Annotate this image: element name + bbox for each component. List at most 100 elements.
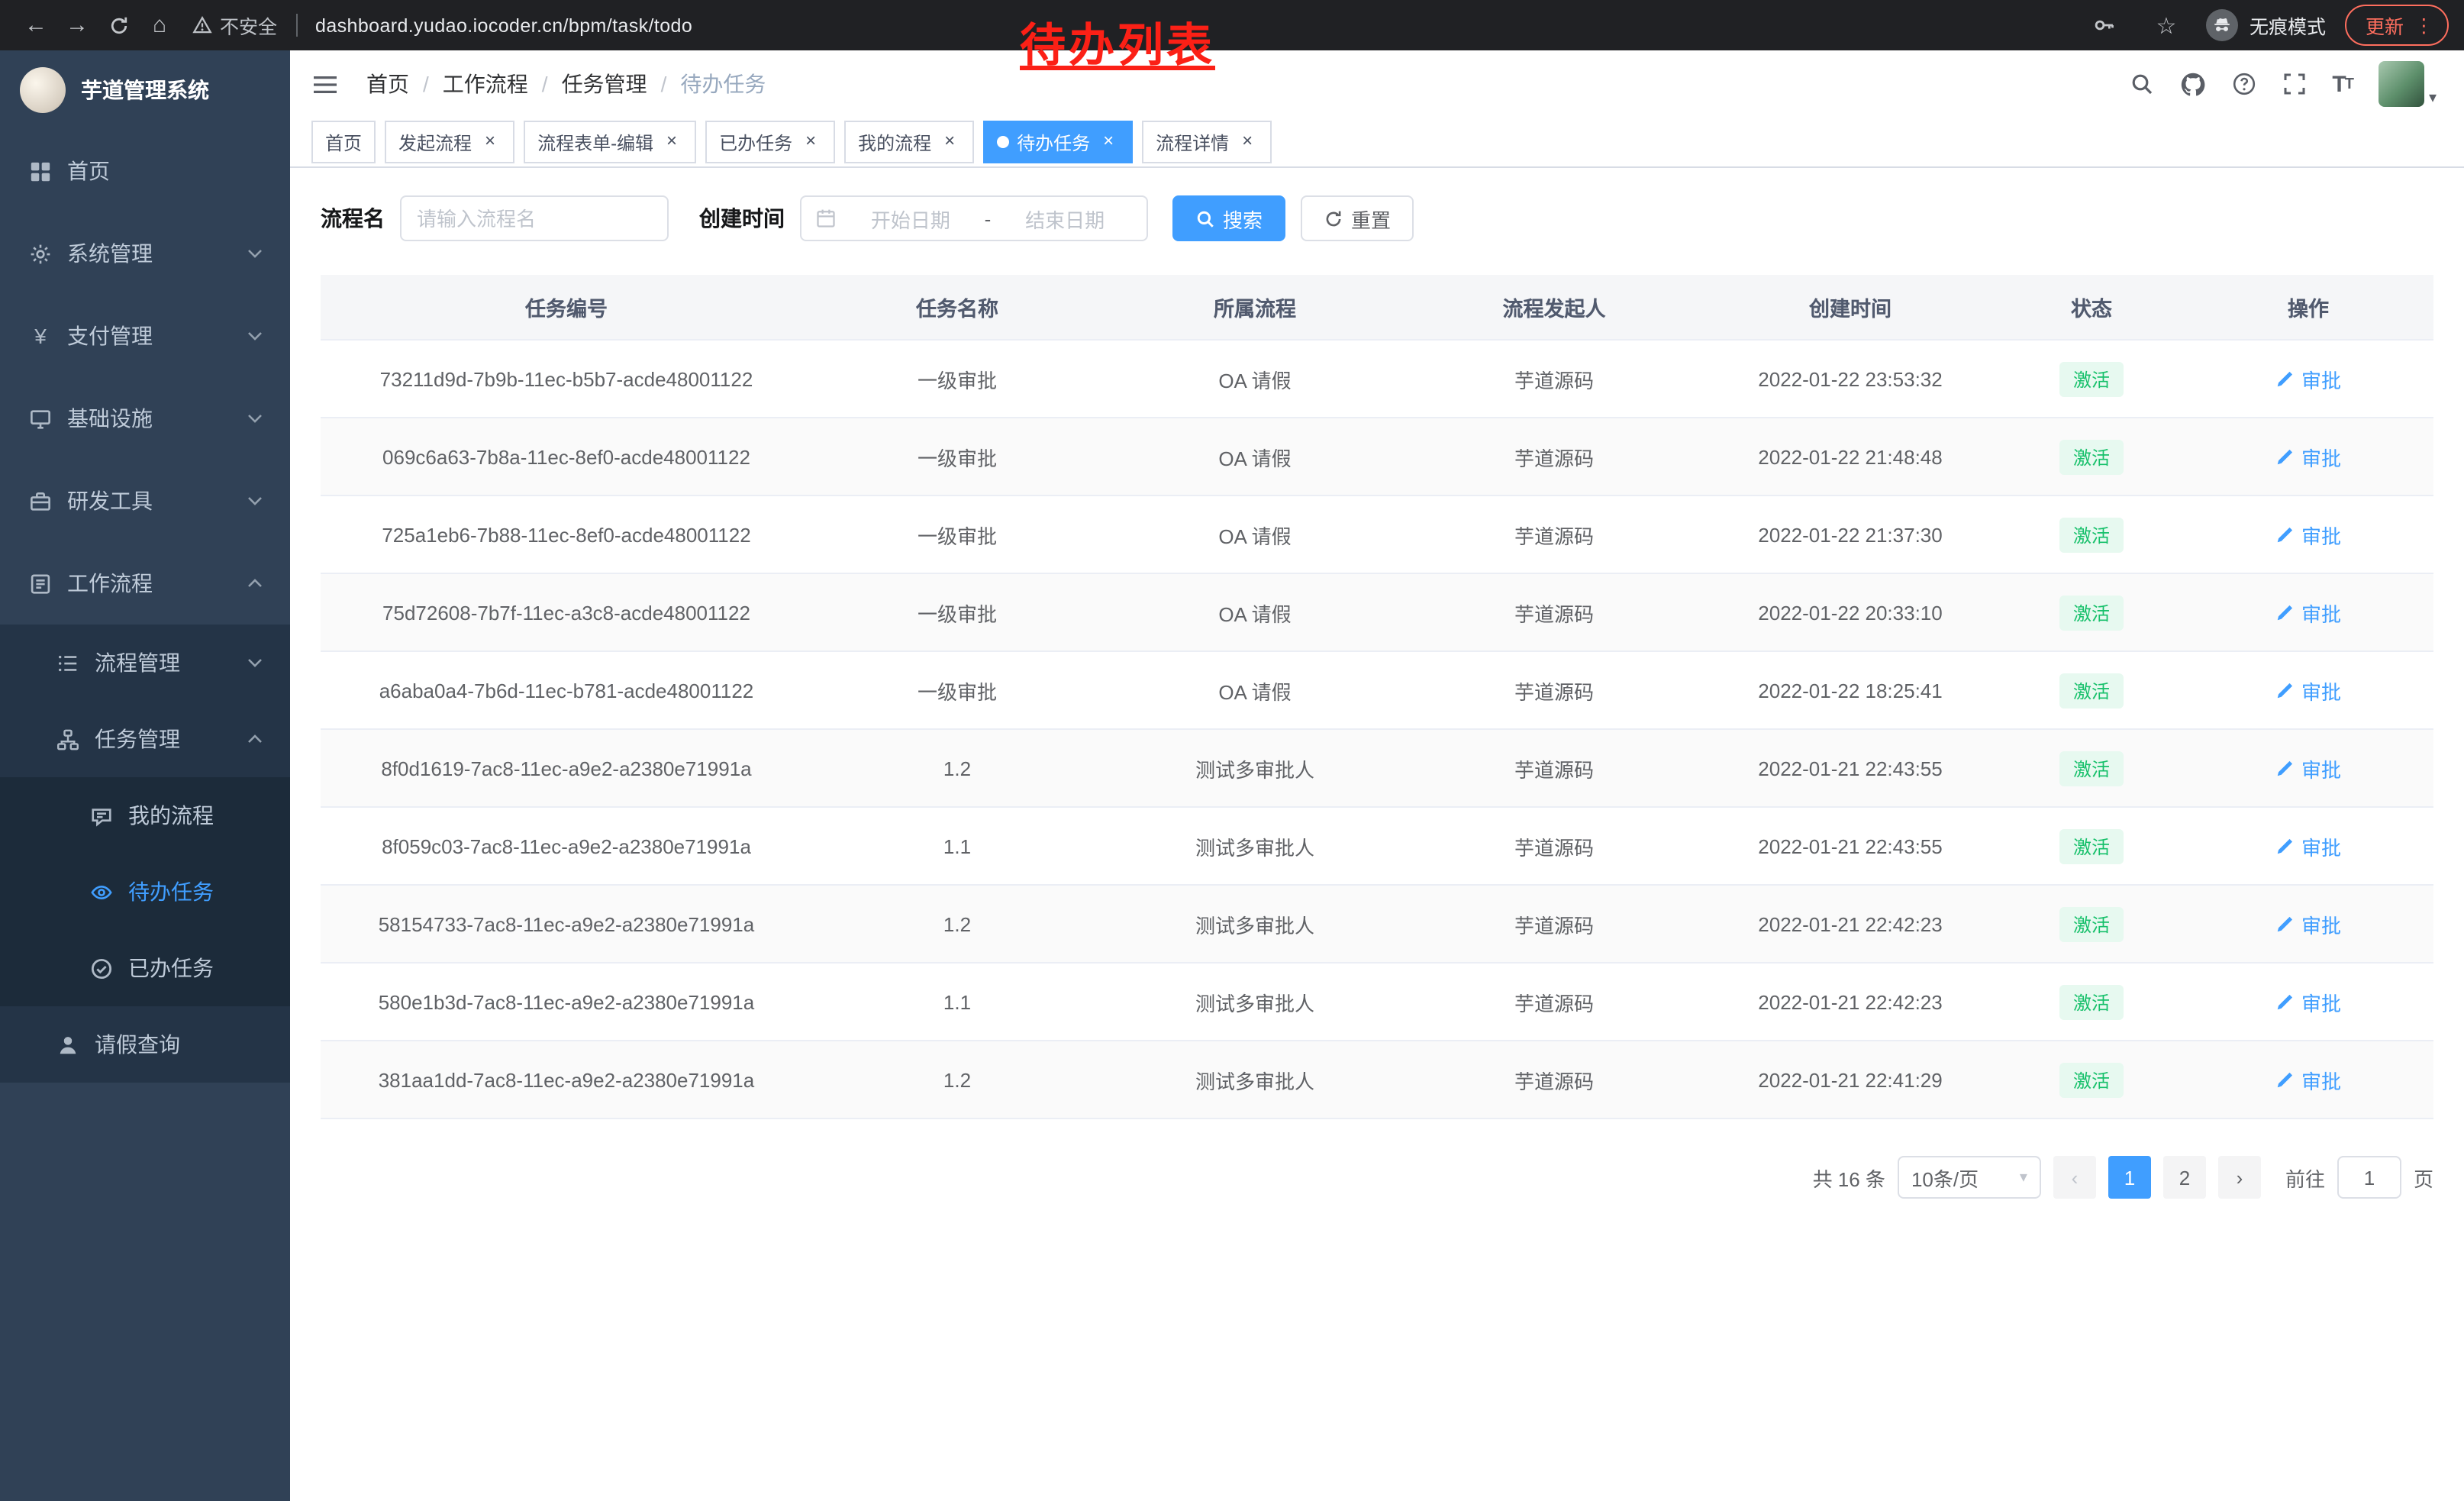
sidebar-item-my-processes[interactable]: 我的流程 [0,777,290,854]
cell-process: OA 请假 [1102,573,1408,651]
update-label: 更新 [2366,11,2404,40]
start-date-placeholder[interactable]: 开始日期 [843,204,979,233]
incognito-badge[interactable]: 无痕模式 [2207,9,2326,41]
table-body: 73211d9d-7b9b-11ec-b5b7-acde48001122 一级审… [321,340,2433,1118]
breadcrumb: 首页 / 工作流程 / 任务管理 / 待办任务 [366,69,766,99]
tab-close-icon[interactable]: × [1098,131,1119,153]
table-row[interactable]: 580e1b3d-7ac8-11ec-a9e2-a2380e71991a 1.1… [321,963,2433,1041]
approve-link[interactable]: 审批 [2275,598,2341,627]
page-button-1[interactable]: 1 [2108,1156,2151,1199]
todo-task-table: 任务编号 任务名称 所属流程 流程发起人 创建时间 状态 操作 73211d9d… [321,275,2433,1119]
update-button[interactable]: 更新 ⋮ [2346,5,2449,46]
approve-link[interactable]: 审批 [2275,442,2341,471]
address-bar[interactable]: 不安全 dashboard.yudao.iocoder.cn/bpm/task/… [192,11,692,40]
table-header-row: 任务编号 任务名称 所属流程 流程发起人 创建时间 状态 操作 [321,275,2433,340]
table-row[interactable]: 73211d9d-7b9b-11ec-b5b7-acde48001122 一级审… [321,340,2433,418]
cell-starter: 芋道源码 [1408,885,1701,963]
breadcrumb-item[interactable]: 任务管理 [562,69,647,99]
key-icon[interactable] [2085,5,2126,46]
search-button[interactable]: 搜索 [1172,195,1285,241]
sidebar-item-done-tasks[interactable]: 已办任务 [0,930,290,1006]
tab-close-icon[interactable]: × [939,131,960,153]
end-date-placeholder[interactable]: 结束日期 [997,204,1133,233]
sidebar-item-process-management[interactable]: 流程管理 [0,625,290,701]
help-icon[interactable] [2231,72,2256,96]
edit-icon [2275,369,2295,389]
table-row[interactable]: 75d72608-7b7f-11ec-a3c8-acde48001122 一级审… [321,573,2433,651]
table-row[interactable]: 725a1eb6-7b88-11ec-8ef0-acde48001122 一级审… [321,495,2433,573]
sidebar-item-label: 研发工具 [67,486,153,516]
reset-button[interactable]: 重置 [1301,195,1414,241]
tab-start-process[interactable]: 发起流程 × [385,121,514,163]
home-icon[interactable]: ⌂ [139,5,180,46]
table-row[interactable]: a6aba0a4-7b6d-11ec-b781-acde48001122 一级审… [321,651,2433,729]
cell-starter: 芋道源码 [1408,729,1701,807]
sidebar-item-devtools[interactable]: 研发工具 [0,460,290,542]
tab-my-processes[interactable]: 我的流程 × [844,121,974,163]
approve-link[interactable]: 审批 [2275,364,2341,393]
column-header-create-time: 创建时间 [1701,275,2000,340]
tab-form-edit[interactable]: 流程表单-编辑 × [524,121,696,163]
approve-link[interactable]: 审批 [2275,520,2341,549]
breadcrumb-item[interactable]: 工作流程 [443,69,528,99]
cell-actions: 审批 [2183,340,2433,418]
cell-starter: 芋道源码 [1408,651,1701,729]
avatar[interactable] [2379,61,2424,107]
sidebar-item-leave-query[interactable]: 请假查询 [0,1006,290,1083]
breadcrumb-item[interactable]: 首页 [366,69,409,99]
table-row[interactable]: 8f0d1619-7ac8-11ec-a9e2-a2380e71991a 1.2… [321,729,2433,807]
sidebar-item-system[interactable]: 系统管理 [0,212,290,295]
back-icon[interactable]: ← [15,5,56,46]
tab-todo-tasks[interactable]: 待办任务 × [983,121,1133,163]
approve-link[interactable]: 审批 [2275,987,2341,1016]
table-row[interactable]: 58154733-7ac8-11ec-a9e2-a2380e71991a 1.2… [321,885,2433,963]
security-warning[interactable]: 不安全 [192,11,277,40]
sidebar-item-task-management[interactable]: 任务管理 [0,701,290,777]
date-range-picker[interactable]: 开始日期 - 结束日期 [800,195,1148,241]
page-button-2[interactable]: 2 [2163,1156,2206,1199]
process-name-input[interactable] [400,195,669,241]
logo-image [20,67,66,113]
fullscreen-icon[interactable] [2282,72,2306,96]
search-icon[interactable] [2129,72,2153,96]
sidebar-item-workflow[interactable]: 工作流程 [0,542,290,625]
approve-link[interactable]: 审批 [2275,909,2341,938]
sidebar-toggle-icon[interactable] [311,73,339,95]
app-logo[interactable]: 芋道管理系统 [0,50,290,130]
browser-menu-icon[interactable]: ⋮ [2414,14,2433,37]
approve-link[interactable]: 审批 [2275,754,2341,783]
github-icon[interactable] [2179,71,2205,97]
tab-process-detail[interactable]: 流程详情 × [1142,121,1272,163]
sidebar-item-todo-tasks[interactable]: 待办任务 [0,854,290,930]
prev-page-button[interactable]: ‹ [2053,1156,2096,1199]
user-menu[interactable]: ▾ [2379,61,2437,107]
refresh-icon[interactable] [98,5,139,46]
approve-link[interactable]: 审批 [2275,1065,2341,1094]
sidebar-item-home[interactable]: 首页 [0,130,290,212]
sidebar-item-infrastructure[interactable]: 基础设施 [0,377,290,460]
goto-page-input[interactable] [2337,1156,2401,1199]
sidebar-item-payment[interactable]: ¥ 支付管理 [0,295,290,377]
table-row[interactable]: 381aa1dd-7ac8-11ec-a9e2-a2380e71991a 1.2… [321,1041,2433,1118]
font-size-icon[interactable]: TT [2332,71,2353,97]
bookmark-star-icon[interactable]: ☆ [2146,5,2187,46]
next-page-button[interactable]: › [2218,1156,2261,1199]
tab-close-icon[interactable]: × [479,131,501,153]
cell-actions: 审批 [2183,885,2433,963]
url-text[interactable]: dashboard.yudao.iocoder.cn/bpm/task/todo [315,15,692,36]
tab-done-tasks[interactable]: 已办任务 × [705,121,835,163]
chevron-down-icon [247,414,263,423]
page-size-select[interactable]: 10条/页 ▾ [1898,1156,2041,1199]
tab-close-icon[interactable]: × [1237,131,1258,153]
approve-link[interactable]: 审批 [2275,676,2341,705]
pagination: 共 16 条 10条/页 ▾ ‹ 1 2 › 前往 页 [321,1156,2433,1229]
tab-close-icon[interactable]: × [800,131,821,153]
forward-icon[interactable]: → [56,5,98,46]
sidebar-item-label: 流程管理 [95,647,180,678]
tab-home[interactable]: 首页 [311,121,376,163]
tab-close-icon[interactable]: × [661,131,682,153]
approve-link[interactable]: 审批 [2275,831,2341,860]
cell-create-time: 2022-01-22 21:48:48 [1701,418,2000,495]
table-row[interactable]: 8f059c03-7ac8-11ec-a9e2-a2380e71991a 1.1… [321,807,2433,885]
table-row[interactable]: 069c6a63-7b8a-11ec-8ef0-acde48001122 一级审… [321,418,2433,495]
